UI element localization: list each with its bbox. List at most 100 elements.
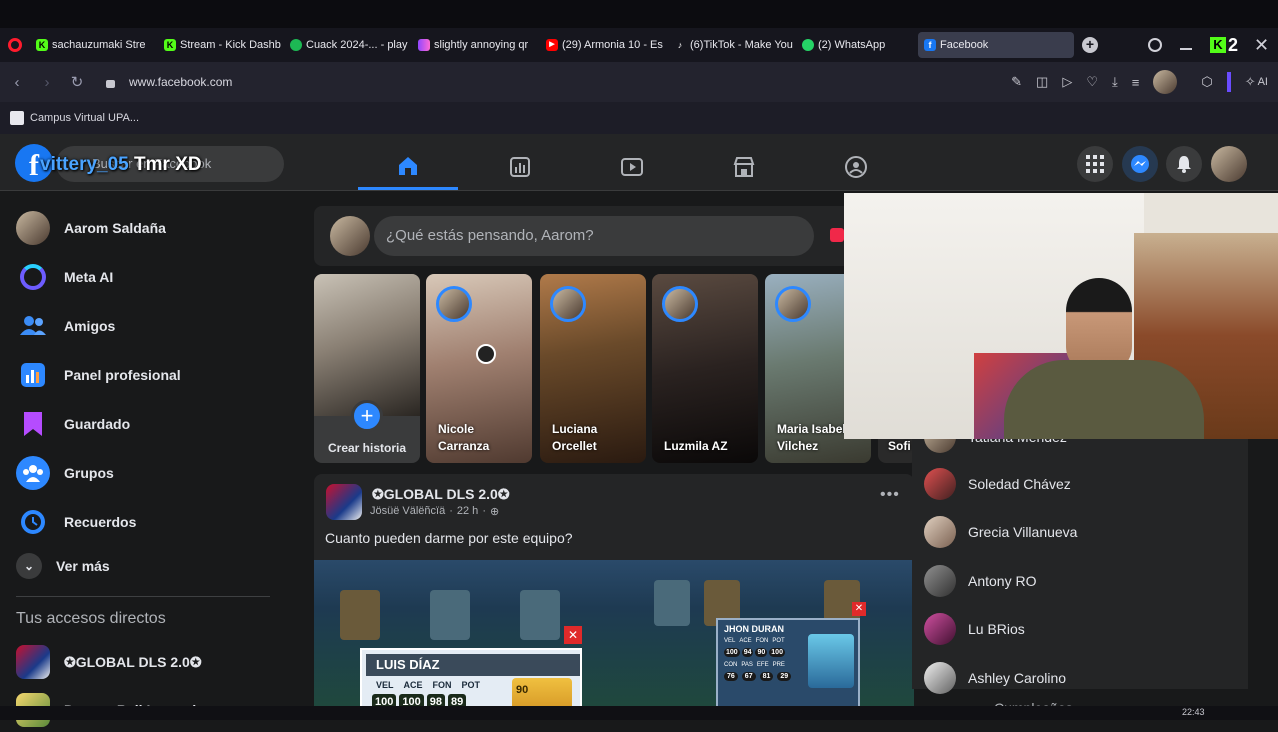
forward-icon[interactable]: › (32, 74, 62, 91)
stat-value: 81 (759, 672, 774, 681)
nav-marketplace-tab[interactable] (694, 144, 794, 190)
minimize-button[interactable] (1180, 48, 1192, 50)
nav-video-tab[interactable] (582, 144, 682, 190)
contact-avatar (924, 613, 956, 645)
play-icon (476, 344, 496, 364)
story-card[interactable]: Luciana Orcellet (540, 274, 646, 463)
composer-input[interactable]: ¿Qué estás pensando, Aarom? (374, 216, 814, 256)
tab-label: Facebook (940, 39, 989, 51)
live-video-icon[interactable] (830, 228, 844, 242)
heart-icon[interactable]: ♡ (1086, 74, 1098, 90)
messenger-button[interactable] (1122, 146, 1158, 182)
story-avatar (775, 286, 811, 322)
story-create[interactable]: + Crear historia (314, 274, 420, 463)
post-group-name[interactable]: ✪GLOBAL DLS 2.0✪ (372, 486, 510, 503)
dashboard-icon (16, 358, 50, 392)
tab-kick-1[interactable]: K sachauzumaki Stre (30, 32, 158, 58)
contact-item[interactable]: Antony RO (924, 561, 1036, 601)
menu-grid-button[interactable] (1077, 146, 1113, 182)
more-options-icon[interactable]: ••• (880, 486, 900, 504)
story-card[interactable]: Luzmila AZ (652, 274, 758, 463)
tab-spotify[interactable]: Cuack 2024-... - play (284, 32, 412, 58)
browser-addressbar: ‹ › ↻ www.facebook.com ✎ ◫ ▷ ♡ ⤓ ≡ ⬡ ✧ A… (0, 62, 1278, 102)
search-tabs-icon[interactable] (1148, 38, 1162, 52)
post-text: Cuanto pueden darme por este equipo? (325, 530, 573, 546)
edit-icon[interactable]: ✎ (1011, 74, 1022, 90)
separator-dot: · (449, 505, 453, 517)
sidebar-item-label: Amigos (64, 318, 116, 334)
stat-label: EFE (756, 662, 769, 668)
post-image[interactable]: ✕ LUIS DÍAZ VEL ACE FON POT 100 100 98 8… (314, 560, 914, 720)
download-icon[interactable]: ⤓ (1112, 74, 1118, 90)
kick-extension-icon[interactable]: K 2 (1210, 35, 1238, 56)
video-icon (621, 158, 643, 176)
tab-youtube[interactable]: ▶ (29) Armonia 10 - Es (540, 32, 668, 58)
close-icon[interactable]: ✕ (564, 626, 582, 644)
sidebar-item-label: Panel profesional (64, 367, 181, 383)
story-name: Sofi (888, 439, 911, 453)
account-avatar[interactable] (1211, 146, 1247, 182)
camera-icon[interactable]: ◫ (1036, 74, 1048, 90)
post-time[interactable]: 22 h (457, 505, 478, 518)
profile-avatar[interactable] (1153, 70, 1178, 94)
sidebar-item-saved[interactable]: Guardado (16, 402, 130, 446)
close-window-icon[interactable]: ✕ (1254, 35, 1269, 56)
contact-item[interactable]: Soledad Chávez (924, 464, 1071, 504)
player-card-jhon-duran[interactable]: JHON DURAN VEL ACE FON POT 100 94 90 100… (716, 618, 860, 720)
add-story-icon: + (351, 400, 383, 432)
grid-icon (1086, 155, 1104, 173)
browser-tabstrip: K sachauzumaki Stre K Stream - Kick Dash… (0, 28, 1278, 62)
sidebar-item-meta-ai[interactable]: Meta AI (16, 255, 113, 299)
story-avatar (550, 286, 586, 322)
stat-value: 90 (755, 648, 768, 657)
sidebar-item-profile[interactable]: Aarom Saldaña (16, 206, 166, 250)
notifications-button[interactable] (1166, 146, 1202, 182)
shortcut-label: ✪GLOBAL DLS 2.0✪ (64, 653, 202, 670)
see-more-button[interactable]: ⌄ Ver más (16, 544, 110, 588)
nav-home-tab[interactable] (358, 144, 458, 190)
separator-dot: · (482, 505, 486, 517)
url-field[interactable]: www.facebook.com (129, 75, 232, 89)
ai-button[interactable]: ✧ AI (1245, 74, 1268, 90)
sparkle-icon: ✧ (1244, 74, 1256, 89)
group-avatar[interactable] (326, 484, 362, 520)
sidebar-item-friends[interactable]: Amigos (16, 304, 115, 348)
tab-twitch[interactable]: slightly annoying qr (412, 32, 540, 58)
nav-dashboard-tab[interactable] (470, 144, 570, 190)
contact-item[interactable]: Grecia Villanueva (924, 512, 1077, 552)
see-more-label: Ver más (56, 558, 110, 574)
story-card[interactable]: Nicole Carranza (426, 274, 532, 463)
contact-name: Ashley Carolino (968, 670, 1067, 686)
left-sidebar: Aarom Saldaña Meta AI Amigos Panel profe… (0, 192, 290, 727)
shortcut-global-dls[interactable]: ✪GLOBAL DLS 2.0✪ (16, 640, 202, 684)
cube-icon[interactable]: ⬡ (1201, 74, 1212, 90)
stat-value: 100 (724, 648, 740, 657)
nav-groups-tab[interactable] (806, 144, 906, 190)
contact-item[interactable]: Ashley Carolino (924, 658, 1066, 698)
tab-tiktok[interactable]: ♪ (6)TikTok - Make You (668, 32, 796, 58)
tab-label: sachauzumaki Stre (52, 39, 146, 51)
bookmark-campus[interactable]: Campus Virtual UPA... (30, 112, 139, 124)
card-rating: 90 (516, 684, 529, 696)
tab-whatsapp[interactable]: (2) WhatsApp (796, 32, 918, 58)
tab-label: Cuack 2024-... - play (306, 39, 408, 51)
new-tab-button[interactable]: + (1082, 37, 1098, 53)
tab-kick-2[interactable]: K Stream - Kick Dashb (158, 32, 284, 58)
lock-icon (106, 80, 115, 88)
close-icon[interactable]: ✕ (852, 602, 866, 616)
sidebar-item-pro-dashboard[interactable]: Panel profesional (16, 353, 181, 397)
post-author[interactable]: Jösüë Välëñcïä (370, 505, 445, 518)
sidebar-item-groups[interactable]: Grupos (16, 451, 114, 495)
tab-facebook[interactable]: f Facebook (918, 32, 1074, 58)
reload-icon[interactable]: ↻ (62, 73, 92, 91)
card-portrait (808, 634, 854, 688)
opera-menu-button[interactable] (0, 32, 30, 58)
marketplace-icon (733, 157, 755, 177)
play-icon[interactable]: ▷ (1062, 74, 1072, 90)
meta-ai-icon (16, 260, 50, 294)
sidebar-item-memories[interactable]: Recuerdos (16, 500, 136, 544)
back-icon[interactable]: ‹ (2, 74, 32, 91)
contact-item[interactable]: Lu BRios (924, 609, 1025, 649)
menu-lines-icon[interactable]: ≡ (1132, 75, 1140, 90)
dashboard-icon (510, 157, 530, 177)
